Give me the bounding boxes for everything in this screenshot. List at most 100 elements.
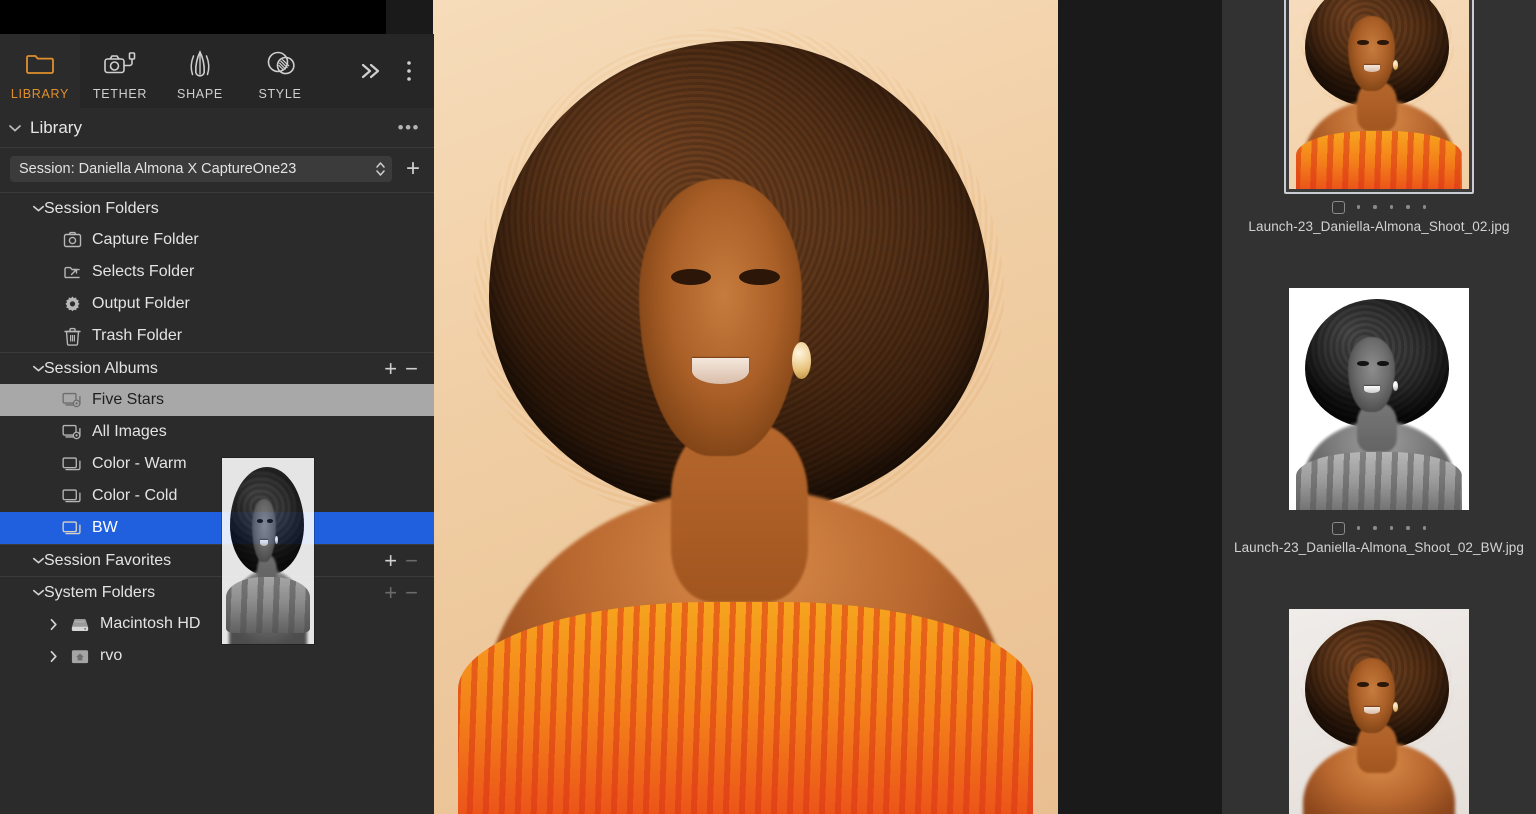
chevron-down-icon[interactable] (32, 204, 45, 213)
group-actions[interactable]: + − (384, 581, 434, 604)
library-tool-panel[interactable]: LIBRARY TETHER SHAPE STYLE Library ••• S… (0, 34, 434, 814)
thumbnail-metadata-row[interactable] (1331, 521, 1427, 535)
ellipsis-icon[interactable]: ••• (398, 118, 420, 138)
kebab-menu-icon[interactable] (392, 34, 426, 108)
session-dropdown-label: Session: Daniella Almona X CaptureOne23 (19, 161, 297, 177)
portrait-illustration (1289, 609, 1469, 814)
filmstrip-browser[interactable]: Launch-23_Daniella-Almona_Shoot_02.jpg L… (1222, 0, 1536, 814)
tab-style[interactable]: STYLE (240, 34, 320, 108)
portrait-illustration (1289, 0, 1469, 189)
chevron-down-icon[interactable] (32, 364, 45, 373)
star-dot[interactable] (1422, 526, 1427, 530)
group-header-session-favorites[interactable]: Session Favorites + − (0, 544, 434, 576)
tree-item-capture-folder[interactable]: Capture Folder (0, 224, 434, 256)
tree-item-label: Five Stars (92, 391, 165, 408)
chevron-double-right-icon[interactable] (354, 34, 388, 108)
tab-tether-label: TETHER (92, 87, 148, 101)
capture-folder-icon (62, 230, 82, 250)
stepper-icon[interactable] (369, 160, 386, 178)
viewer-top-strip (0, 0, 386, 34)
trash-folder-icon (62, 326, 82, 346)
star-dot[interactable] (1389, 205, 1394, 209)
camera-tether-icon (103, 47, 137, 81)
thumbnail-image[interactable] (1289, 609, 1469, 814)
star-dot[interactable] (1356, 526, 1361, 530)
star-rating-control[interactable] (1356, 526, 1427, 530)
group-header-session-albums[interactable]: Session Albums + − (0, 352, 434, 384)
folder-icon (25, 47, 55, 81)
shape-icon (186, 47, 214, 81)
star-dot[interactable] (1373, 526, 1377, 530)
main-preview-image[interactable] (433, 0, 1058, 814)
add-system-folder-button[interactable]: + (384, 581, 397, 604)
thumbnail-checkbox[interactable] (1331, 521, 1345, 535)
star-dot[interactable] (1373, 205, 1377, 209)
thumbnail-frame[interactable] (1284, 0, 1474, 194)
tree-item-label: rvo (100, 647, 123, 664)
star-dot[interactable] (1406, 526, 1410, 530)
thumbnail-filename: Launch-23_Daniella-Almona_Shoot_02_BW.jp… (1233, 540, 1525, 555)
tab-shape[interactable]: SHAPE (160, 34, 240, 108)
tree-item-label: BW (92, 519, 118, 536)
group-actions[interactable]: + − (384, 549, 434, 572)
remove-system-folder-button[interactable]: − (405, 581, 418, 604)
thumbnail-image[interactable] (1289, 288, 1469, 510)
filmstrip-item[interactable] (1222, 604, 1536, 814)
thumbnail-checkbox[interactable] (1331, 200, 1345, 214)
tab-bar-overflow[interactable] (354, 34, 434, 108)
session-selector-row[interactable]: Session: Daniella Almona X CaptureOne23 … (0, 148, 434, 192)
portrait-illustration (433, 0, 1058, 814)
tree-item-five-stars[interactable]: Five Stars (0, 384, 434, 416)
tree-item-all-images[interactable]: All Images (0, 416, 434, 448)
remove-album-button[interactable]: − (405, 357, 418, 380)
session-dropdown[interactable]: Session: Daniella Almona X CaptureOne23 (10, 156, 392, 182)
tree-item-rvo[interactable]: rvo (0, 640, 434, 672)
filmstrip-item[interactable]: Launch-23_Daniella-Almona_Shoot_02.jpg (1222, 0, 1536, 234)
group-header-session-folders[interactable]: Session Folders (0, 192, 434, 224)
library-tree[interactable]: Session Folders Capture Folder Selects F… (0, 192, 434, 672)
star-dot[interactable] (1356, 205, 1361, 209)
tree-item-label: Output Folder (92, 295, 190, 312)
home-folder-icon (70, 646, 90, 666)
chevron-right-icon[interactable] (46, 650, 60, 663)
chevron-down-icon[interactable] (32, 556, 45, 565)
tool-tab-bar[interactable]: LIBRARY TETHER SHAPE STYLE (0, 34, 434, 108)
tree-item-selects-folder[interactable]: Selects Folder (0, 256, 434, 288)
group-header-system-folders[interactable]: System Folders + − (0, 576, 434, 608)
tree-item-trash-folder[interactable]: Trash Folder (0, 320, 434, 352)
add-album-button[interactable]: + (384, 357, 397, 380)
chevron-down-icon[interactable] (32, 588, 45, 597)
star-dot[interactable] (1389, 526, 1394, 530)
tree-item-color-cold[interactable]: Color - Cold (0, 480, 434, 512)
remove-favorite-button[interactable]: − (405, 549, 418, 572)
selects-folder-icon (62, 262, 82, 282)
library-panel-header[interactable]: Library ••• (0, 108, 434, 148)
thumbnail-filename: Launch-23_Daniella-Almona_Shoot_02.jpg (1248, 219, 1510, 234)
tab-style-label: STYLE (258, 87, 302, 101)
thumbnail-frame[interactable] (1284, 604, 1474, 814)
tree-item-output-folder[interactable]: Output Folder (0, 288, 434, 320)
tree-item-macintosh-hd[interactable]: Macintosh HD (0, 608, 434, 640)
style-icon (265, 47, 295, 81)
group-label: Session Favorites (44, 551, 172, 569)
chevron-right-icon[interactable] (46, 618, 60, 631)
thumbnail-frame[interactable] (1284, 283, 1474, 515)
tab-library[interactable]: LIBRARY (0, 34, 80, 108)
tab-library-label: LIBRARY (10, 87, 70, 101)
thumbnail-metadata-row[interactable] (1331, 200, 1427, 214)
group-actions[interactable]: + − (384, 357, 434, 380)
tree-item-label: Color - Warm (92, 455, 187, 472)
star-dot[interactable] (1422, 205, 1427, 209)
filmstrip-item[interactable]: Launch-23_Daniella-Almona_Shoot_02_BW.jp… (1222, 283, 1536, 555)
thumbnail-image[interactable] (1289, 0, 1469, 189)
add-favorite-button[interactable]: + (384, 549, 397, 572)
tab-tether[interactable]: TETHER (80, 34, 160, 108)
tree-item-color-warm[interactable]: Color - Warm (0, 448, 434, 480)
album-icon (62, 486, 82, 506)
tree-item-bw[interactable]: BW (0, 512, 434, 544)
add-session-button[interactable]: + (402, 157, 424, 181)
chevron-down-icon[interactable] (8, 123, 22, 133)
star-dot[interactable] (1406, 205, 1410, 209)
star-rating-control[interactable] (1356, 205, 1427, 209)
group-label: System Folders (44, 583, 156, 601)
